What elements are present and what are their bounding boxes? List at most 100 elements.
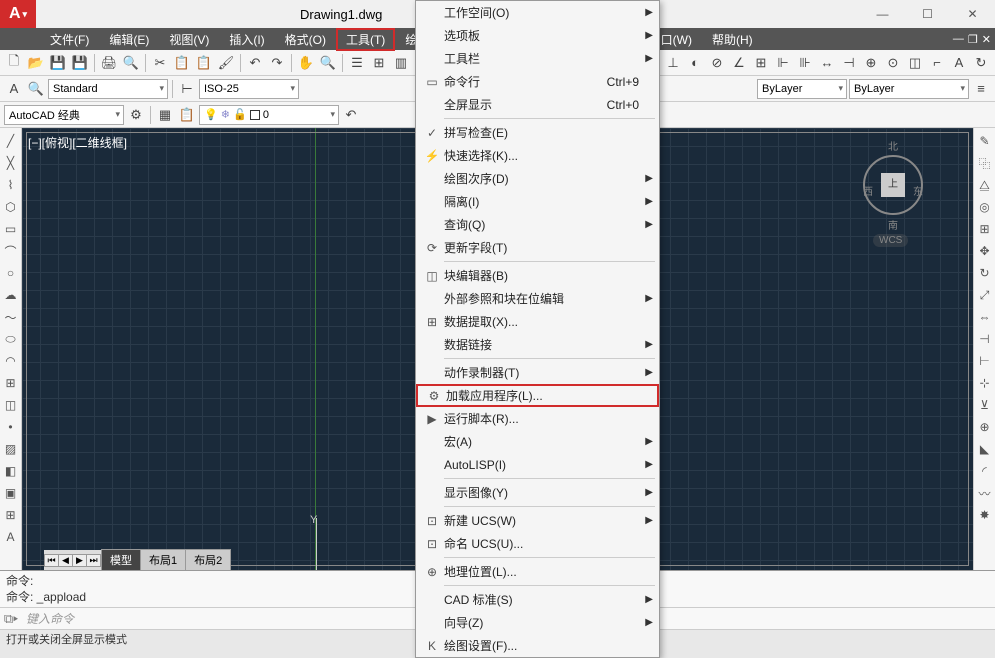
polygon-icon[interactable]: ⬡ xyxy=(2,198,20,216)
ellipse-icon[interactable]: ⬭ xyxy=(2,330,20,348)
table-icon[interactable]: ⊞ xyxy=(2,506,20,524)
menu-insert[interactable]: 插入(I) xyxy=(219,28,274,51)
scale-icon[interactable]: ⤢ xyxy=(976,286,994,304)
new-icon[interactable]: 🗋 xyxy=(4,53,24,73)
layer-states-icon[interactable]: 📋 xyxy=(177,105,197,125)
tab-layout1[interactable]: 布局1 xyxy=(140,549,186,570)
doc-close-icon[interactable]: ✕ xyxy=(982,33,991,46)
menu-item-9[interactable]: 隔离(I)▶ xyxy=(416,190,659,213)
menu-tools[interactable]: 工具(T) xyxy=(336,28,395,51)
menu-item-1[interactable]: 选项板▶ xyxy=(416,24,659,47)
menu-item-8[interactable]: 绘图次序(D)▶ xyxy=(416,167,659,190)
saveas-icon[interactable]: 💾 xyxy=(70,53,90,73)
move-icon[interactable]: ✥ xyxy=(976,242,994,260)
menu-item-19[interactable]: ⚙加载应用程序(L)... xyxy=(416,384,659,407)
dim-radius-icon[interactable]: ◐ xyxy=(685,53,705,73)
menu-item-4[interactable]: 全屏显示Ctrl+0 xyxy=(416,93,659,116)
dim-diameter-icon[interactable]: ⊘ xyxy=(707,53,727,73)
fillet-icon[interactable]: ◜ xyxy=(976,462,994,480)
explode-icon[interactable]: ✸ xyxy=(976,506,994,524)
linetype-dropdown[interactable]: ByLayer xyxy=(849,79,969,99)
chamfer-icon[interactable]: ◣ xyxy=(976,440,994,458)
text-style-icon[interactable]: A xyxy=(4,79,24,99)
menu-item-13[interactable]: ◫块编辑器(B) xyxy=(416,264,659,287)
workspace-dropdown[interactable]: AutoCAD 经典 xyxy=(4,105,124,125)
dim-continue-icon[interactable]: ⊪ xyxy=(795,53,815,73)
polyline-icon[interactable]: ⌇ xyxy=(2,176,20,194)
center-mark-icon[interactable]: ⊙ xyxy=(883,53,903,73)
stretch-icon[interactable]: ⇔ xyxy=(976,308,994,326)
dim-baseline-icon[interactable]: ⊩ xyxy=(773,53,793,73)
dim-ordinate-icon[interactable]: ⊥ xyxy=(663,53,683,73)
point-icon[interactable]: • xyxy=(2,418,20,436)
dim-space-icon[interactable]: ↔ xyxy=(817,53,837,73)
layer-color-dropdown[interactable]: ByLayer xyxy=(757,79,847,99)
array-icon[interactable]: ⊞ xyxy=(976,220,994,238)
paste-icon[interactable]: 📋 xyxy=(194,53,214,73)
menu-item-11[interactable]: ⟳更新字段(T) xyxy=(416,236,659,259)
construction-line-icon[interactable]: ╳ xyxy=(2,154,20,172)
menu-help[interactable]: 帮助(H) xyxy=(702,28,763,51)
maximize-button[interactable]: ☐ xyxy=(905,0,950,28)
region-icon[interactable]: ▣ xyxy=(2,484,20,502)
offset-icon[interactable]: ◎ xyxy=(976,198,994,216)
workspace-settings-icon[interactable]: ⚙ xyxy=(126,105,146,125)
blend-icon[interactable]: 〰 xyxy=(976,484,994,502)
extend-icon[interactable]: ⊢ xyxy=(976,352,994,370)
doc-minimize-icon[interactable]: — xyxy=(953,33,964,46)
layer-dropdown[interactable]: 💡 ❄ 🔓 0 xyxy=(199,105,339,125)
insert-block-icon[interactable]: ⊞ xyxy=(2,374,20,392)
menu-item-33[interactable]: K绘图设置(F)... xyxy=(416,634,659,657)
menu-item-26[interactable]: ⊡新建 UCS(W)▶ xyxy=(416,509,659,532)
dim-angular-icon[interactable]: ∠ xyxy=(729,53,749,73)
preview-icon[interactable]: 🔍 xyxy=(121,53,141,73)
menu-view[interactable]: 视图(V) xyxy=(159,28,219,51)
dim-update-icon[interactable]: ↻ xyxy=(971,53,991,73)
menu-item-3[interactable]: ▭命令行Ctrl+9 xyxy=(416,70,659,93)
inspect-icon[interactable]: ◫ xyxy=(905,53,925,73)
find-icon[interactable]: 🔍 xyxy=(26,79,46,99)
tab-first-icon[interactable]: ⏮ xyxy=(45,555,59,566)
arc-icon[interactable]: ⌒ xyxy=(2,242,20,260)
tolerance-icon[interactable]: ⊕ xyxy=(861,53,881,73)
menu-file[interactable]: 文件(F) xyxy=(40,28,99,51)
minimize-button[interactable]: — xyxy=(860,0,905,28)
make-block-icon[interactable]: ◫ xyxy=(2,396,20,414)
app-logo[interactable]: A▾ xyxy=(0,0,36,28)
tab-next-icon[interactable]: ▶ xyxy=(73,555,87,566)
open-icon[interactable]: 📂 xyxy=(26,53,46,73)
tool-palettes-icon[interactable]: ▥ xyxy=(391,53,411,73)
hatch-icon[interactable]: ▨ xyxy=(2,440,20,458)
cut-icon[interactable]: ✂ xyxy=(150,53,170,73)
dim-style-icon[interactable]: ⊢ xyxy=(177,79,197,99)
dim-style-dropdown[interactable]: ISO-25 xyxy=(199,79,299,99)
menu-item-10[interactable]: 查询(Q)▶ xyxy=(416,213,659,236)
revision-cloud-icon[interactable]: ☁ xyxy=(2,286,20,304)
trim-icon[interactable]: ⊣ xyxy=(976,330,994,348)
undo-icon[interactable]: ↶ xyxy=(245,53,265,73)
menu-item-24[interactable]: 显示图像(Y)▶ xyxy=(416,481,659,504)
menu-item-27[interactable]: ⊡命名 UCS(U)... xyxy=(416,532,659,555)
lineweight-icon[interactable]: ≡ xyxy=(971,79,991,99)
menu-item-7[interactable]: ⚡快速选择(K)... xyxy=(416,144,659,167)
text-style-dropdown[interactable]: Standard xyxy=(48,79,168,99)
pan-icon[interactable]: ✋ xyxy=(296,53,316,73)
ellipse-arc-icon[interactable]: ◠ xyxy=(2,352,20,370)
break-icon[interactable]: ⊻ xyxy=(976,396,994,414)
layer-props-icon[interactable]: ▦ xyxy=(155,105,175,125)
break-at-point-icon[interactable]: ⊹ xyxy=(976,374,994,392)
spline-icon[interactable]: 〜 xyxy=(2,308,20,326)
menu-item-14[interactable]: 外部参照和块在位编辑▶ xyxy=(416,287,659,310)
zoom-icon[interactable]: 🔍 xyxy=(318,53,338,73)
menu-item-32[interactable]: 向导(Z)▶ xyxy=(416,611,659,634)
menu-format[interactable]: 格式(O) xyxy=(275,28,336,51)
tab-model[interactable]: 模型 xyxy=(101,549,141,570)
erase-icon[interactable]: ✎ xyxy=(976,132,994,150)
close-button[interactable]: ✕ xyxy=(950,0,995,28)
rectangle-icon[interactable]: ▭ xyxy=(2,220,20,238)
menu-item-21[interactable]: 宏(A)▶ xyxy=(416,430,659,453)
menu-item-31[interactable]: CAD 标准(S)▶ xyxy=(416,588,659,611)
mtext-icon[interactable]: A xyxy=(2,528,20,546)
layer-previous-icon[interactable]: ↶ xyxy=(341,105,361,125)
menu-item-20[interactable]: ▶运行脚本(R)... xyxy=(416,407,659,430)
